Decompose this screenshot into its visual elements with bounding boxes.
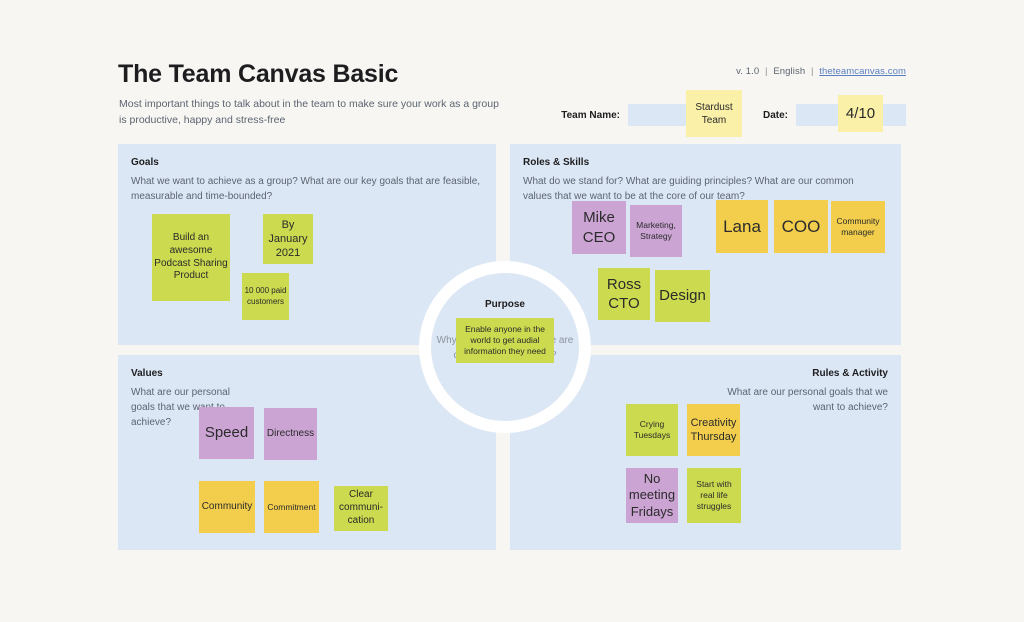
sticky-note[interactable]: Mike CEO (572, 201, 626, 254)
panel-roles-title: Roles & Skills (523, 157, 590, 168)
meta-separator-1: | (765, 66, 768, 77)
sticky-note[interactable]: Enable anyone in the world to get audial… (456, 318, 554, 363)
date-label: Date: (762, 109, 788, 121)
sticky-note[interactable]: Directness (264, 408, 317, 460)
sticky-note[interactable]: Start with real life struggles (687, 468, 741, 523)
sticky-note[interactable]: Commitment (264, 481, 319, 533)
sticky-note[interactable]: By January 2021 (263, 214, 313, 264)
sticky-note[interactable]: COO (774, 200, 828, 253)
sticky-note[interactable]: Marketing, Strategy (630, 205, 682, 257)
sticky-note[interactable]: Community manager (831, 201, 885, 253)
panel-values-title: Values (131, 368, 163, 379)
page-subtitle: Most important things to talk about in t… (119, 98, 499, 126)
purpose-title: Purpose (484, 299, 525, 310)
sticky-note[interactable]: Speed (199, 407, 254, 459)
sticky-note[interactable]: Ross CTO (598, 268, 650, 320)
sticky-note-team-name[interactable]: Stardust Team (686, 90, 742, 137)
sticky-note-date[interactable]: 4/10 (838, 95, 883, 132)
sticky-note[interactable]: Clear communi-cation (334, 486, 388, 531)
sticky-note[interactable]: Design (655, 270, 710, 322)
page-title: The Team Canvas Basic (118, 60, 399, 88)
website-link[interactable]: theteamcanvas.com (819, 66, 906, 77)
sticky-note[interactable]: Community (199, 481, 255, 533)
sticky-note[interactable]: Lana (716, 200, 768, 253)
team-canvas-board: The Team Canvas Basic Most important thi… (0, 0, 1024, 622)
sticky-note[interactable]: Crying Tuesdays (626, 404, 678, 456)
sticky-note[interactable]: Build an awesome Podcast Sharing Product (152, 214, 230, 301)
panel-goals-description: What we want to achieve as a group? What… (131, 176, 481, 202)
version-label: v. 1.0 (736, 66, 760, 77)
meta-separator-2: | (810, 66, 814, 77)
panel-goals-title: Goals (131, 157, 159, 168)
sticky-note[interactable]: No meeting Fridays (626, 468, 678, 523)
team-name-label: Team Name: (561, 109, 620, 121)
sticky-note[interactable]: 10 000 paid customers (242, 273, 289, 320)
language-selector[interactable]: English (773, 66, 805, 77)
panel-rules-title: Rules & Activity (812, 368, 888, 379)
meta-bar: v. 1.0 | English | theteamcanvas.com (736, 66, 906, 77)
sticky-note[interactable]: Creativity Thursday (687, 404, 740, 456)
